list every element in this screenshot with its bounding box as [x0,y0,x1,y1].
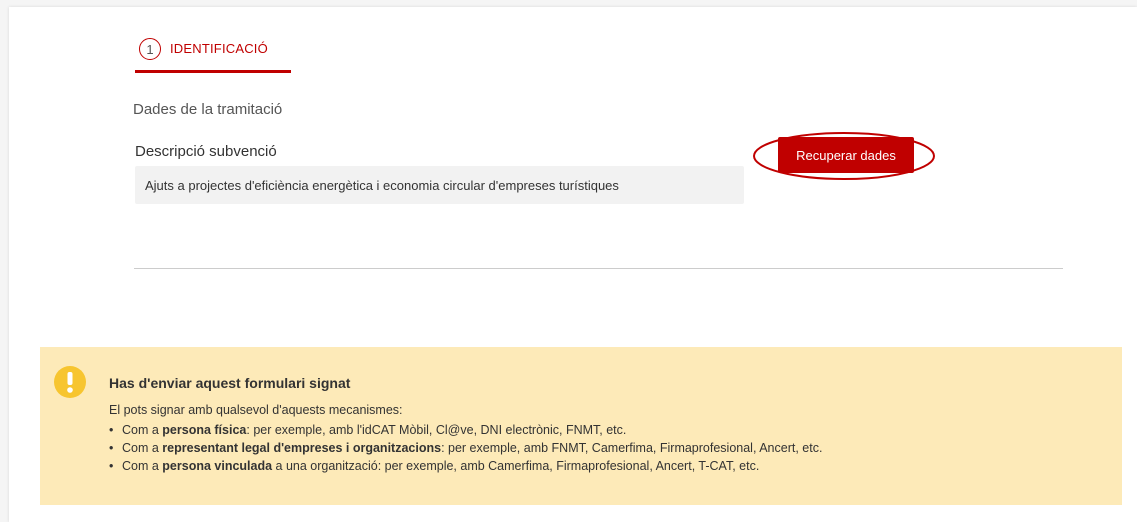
section-title: Dades de la tramitació [133,101,283,118]
description-field: Ajuts a projectes d'eficiència energètic… [135,166,744,204]
recover-data-button[interactable]: Recuperar dades [778,137,914,173]
step-tab-identificacio[interactable]: 1 IDENTIFICACIÓ [135,38,268,73]
notice-title: Has d'enviar aquest formulari signat [109,375,351,391]
signature-methods-list: • Com a persona física: per exemple, amb … [109,421,822,475]
step-label: IDENTIFICACIÓ [170,41,268,56]
description-label: Descripció subvenció [135,143,277,160]
exclamation-icon [54,366,86,398]
notice-intro: El pots signar amb qualsevol d'aquests m… [109,403,403,417]
active-step-underline [135,70,291,73]
list-item: • Com a persona vinculada a una organitza… [109,459,760,473]
section-divider [134,268,1063,269]
form-page: 1 IDENTIFICACIÓ Dades de la tramitació D… [9,7,1137,522]
signature-notice: Has d'enviar aquest formulari signat El … [40,347,1122,505]
step-number: 1 [139,38,161,60]
list-item: • Com a persona física: per exemple, amb … [109,423,627,437]
list-item: • Com a representant legal d'empreses i o… [109,441,823,455]
